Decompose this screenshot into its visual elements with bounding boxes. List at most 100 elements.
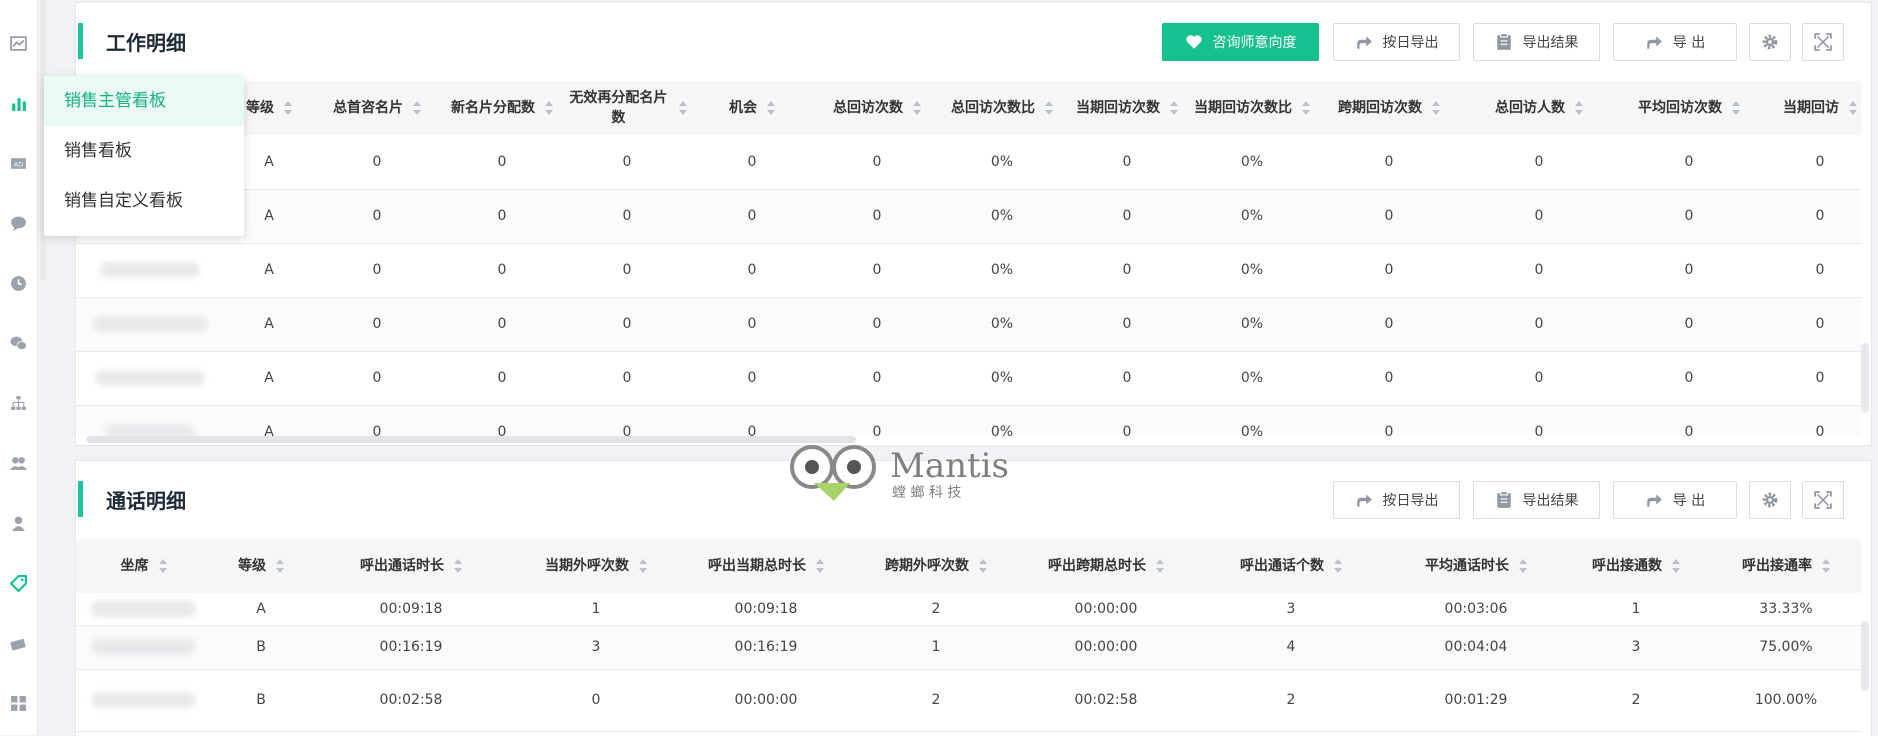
- sort-icon[interactable]: [767, 101, 775, 115]
- sort-icon[interactable]: [1334, 559, 1342, 573]
- sort-icon[interactable]: [678, 101, 688, 115]
- table-row[interactable]: A 0 0 0 0 0 0% 0 0% 0 0 0 0: [76, 189, 1861, 244]
- message-icon[interactable]: [7, 212, 29, 234]
- export-button[interactable]: 导 出: [1613, 481, 1737, 519]
- dropdown-item-sales-manager-board[interactable]: 销售主管看板: [44, 76, 244, 126]
- cell-value: 33.33%: [1759, 600, 1813, 617]
- ad-icon[interactable]: AD: [7, 152, 29, 174]
- column-header[interactable]: 总回访人数: [1464, 81, 1614, 135]
- sort-icon[interactable]: [413, 101, 421, 115]
- ticket-icon[interactable]: [7, 632, 29, 654]
- column-header[interactable]: 当期外呼次数: [511, 539, 681, 593]
- cell-value: 0: [497, 370, 507, 386]
- call-vertical-scrollbar[interactable]: [1861, 621, 1869, 691]
- sort-icon[interactable]: [1822, 559, 1830, 573]
- work-horizontal-scrollbar[interactable]: [86, 436, 856, 443]
- fullscreen-button[interactable]: [1802, 481, 1844, 519]
- work-vertical-scrollbar[interactable]: [1861, 343, 1869, 413]
- column-header[interactable]: 当期回访次数比: [1190, 81, 1314, 135]
- table-row[interactable]: B 00:02:58 0 00:00:00 2 00:02:58 2 00:01:29 2 100…: [76, 669, 1861, 732]
- cell-value: 4: [1286, 639, 1296, 655]
- sort-icon[interactable]: [1156, 559, 1164, 573]
- column-header[interactable]: 呼出接通率: [1711, 539, 1861, 593]
- column-header[interactable]: 呼出接通数: [1561, 539, 1711, 593]
- table-row[interactable]: A 0 0 0 0 0 0% 0 0% 0 0 0 0: [76, 297, 1861, 352]
- sort-icon[interactable]: [1302, 101, 1310, 115]
- table-cell: 0: [1064, 405, 1190, 436]
- cell-value: 0: [1384, 153, 1394, 170]
- column-header[interactable]: 坐席: [76, 539, 211, 593]
- cell-value: 2: [1631, 692, 1641, 708]
- wechat-icon[interactable]: [7, 332, 29, 354]
- work-table-wrapper: 等级 总首咨名片 新名片分配数 无效再分配名片数 机会 总回访次数 总回访次数比 当期回访次数…: [76, 81, 1861, 436]
- sort-icon[interactable]: [816, 559, 824, 573]
- table-row[interactable]: A 0 0 0 0 0 0% 0 0% 0 0 0 0: [76, 405, 1861, 436]
- column-header[interactable]: 等级: [211, 539, 311, 593]
- line-chart-icon[interactable]: [7, 32, 29, 54]
- consultant-intent-button[interactable]: 咨询师意向度: [1162, 23, 1319, 61]
- export-result-button[interactable]: 导出结果: [1473, 23, 1600, 61]
- table-row[interactable]: A 00:09:18 1 00:09:18 2 00:00:00 3 00:03:06 1 33.…: [76, 593, 1861, 626]
- column-header[interactable]: 跨期回访次数: [1314, 81, 1464, 135]
- bar-chart-icon[interactable]: [7, 92, 29, 114]
- settings-button[interactable]: [1749, 481, 1791, 519]
- column-header[interactable]: 呼出通话时长: [311, 539, 511, 593]
- org-chart-icon[interactable]: [7, 392, 29, 414]
- sort-icon[interactable]: [1575, 101, 1583, 115]
- column-header[interactable]: 呼出通话个数: [1191, 539, 1391, 593]
- sort-icon[interactable]: [1045, 101, 1053, 115]
- dropdown-item-sales-custom-board[interactable]: 销售自定义看板: [44, 176, 244, 226]
- daily-export-button[interactable]: 按日导出: [1333, 481, 1460, 519]
- table-row[interactable]: B 00:16:19 3 00:16:19 1 00:00:00 4 00:04:04 3 75.…: [76, 625, 1861, 670]
- export-button[interactable]: 导 出: [1613, 23, 1737, 61]
- user-icon[interactable]: [7, 512, 29, 534]
- column-header[interactable]: 呼出当期总时长: [681, 539, 851, 593]
- sort-icon[interactable]: [1519, 559, 1527, 573]
- export-result-button[interactable]: 导出结果: [1473, 481, 1600, 519]
- column-header[interactable]: 当期回访次数: [1064, 81, 1190, 135]
- cell-value: 0: [497, 153, 507, 170]
- table-cell: 33.33%: [1711, 593, 1861, 626]
- column-header[interactable]: 总回访次数比: [940, 81, 1064, 135]
- sort-icon[interactable]: [913, 101, 921, 115]
- sort-icon[interactable]: [1849, 101, 1857, 115]
- table-row[interactable]: A 0 0 0 0 0 0% 0 0% 0 0 0 0: [76, 351, 1861, 406]
- sort-icon[interactable]: [454, 559, 462, 573]
- sort-icon[interactable]: [158, 559, 167, 573]
- clock-icon[interactable]: [7, 272, 29, 294]
- sort-icon[interactable]: [979, 559, 987, 573]
- table-cell: 0: [690, 135, 814, 190]
- table-cell: 0: [1464, 405, 1614, 436]
- column-header[interactable]: 新名片分配数: [440, 81, 564, 135]
- column-header[interactable]: 平均通话时长: [1391, 539, 1561, 593]
- sort-icon[interactable]: [276, 559, 284, 573]
- column-header[interactable]: 当期回访: [1764, 81, 1861, 135]
- column-header[interactable]: 总首咨名片: [314, 81, 440, 135]
- sort-icon[interactable]: [639, 559, 647, 573]
- column-header[interactable]: 呼出跨期总时长: [1021, 539, 1191, 593]
- column-header[interactable]: 无效再分配名片数: [564, 81, 690, 135]
- column-header[interactable]: 机会: [690, 81, 814, 135]
- sort-icon[interactable]: [1732, 101, 1740, 115]
- column-header[interactable]: 平均回访次数: [1614, 81, 1764, 135]
- tag-icon[interactable]: [7, 572, 29, 594]
- apps-icon[interactable]: [7, 692, 29, 714]
- table-cell: 0: [1614, 243, 1764, 298]
- sort-icon[interactable]: [1432, 101, 1440, 115]
- table-row[interactable]: A 0 0 0 0 0 0% 0 0% 0 0 0 0: [76, 135, 1861, 190]
- cell-value: 0: [747, 424, 757, 436]
- sort-icon[interactable]: [1672, 559, 1680, 573]
- users-icon[interactable]: [7, 452, 29, 474]
- dropdown-item-sales-board[interactable]: 销售看板: [44, 126, 244, 176]
- svg-text:AD: AD: [13, 160, 22, 168]
- sort-icon[interactable]: [284, 101, 292, 115]
- sort-icon[interactable]: [545, 101, 553, 115]
- settings-button[interactable]: [1749, 23, 1791, 61]
- sort-icon[interactable]: [1170, 101, 1178, 115]
- column-header[interactable]: 总回访次数: [814, 81, 940, 135]
- fullscreen-button[interactable]: [1802, 23, 1844, 61]
- redacted-name: [92, 316, 208, 332]
- table-row[interactable]: A 0 0 0 0 0 0% 0 0% 0 0 0 0: [76, 243, 1861, 298]
- daily-export-button[interactable]: 按日导出: [1333, 23, 1460, 61]
- column-header[interactable]: 跨期外呼次数: [851, 539, 1021, 593]
